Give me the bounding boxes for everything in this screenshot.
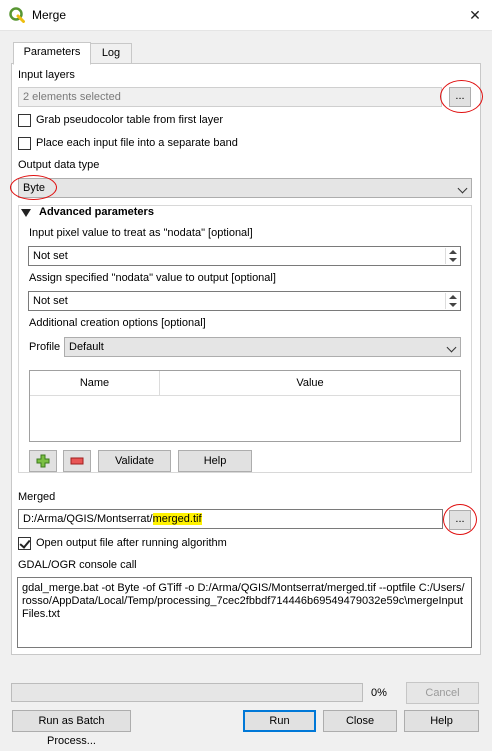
separate-band-checkbox[interactable] [18, 137, 31, 150]
table-header-value[interactable]: Value [160, 371, 460, 396]
collapse-triangle-icon[interactable] [21, 208, 31, 218]
input-layers-field: 2 elements selected [18, 87, 442, 107]
open-output-label: Open output file after running algorithm [36, 537, 227, 549]
validate-button[interactable]: Validate [98, 450, 171, 472]
annotation-circle [443, 504, 477, 535]
progress-percent: 0% [371, 687, 387, 699]
profile-select[interactable]: Default [64, 337, 461, 357]
profile-value: Default [69, 341, 104, 353]
cancel-button[interactable]: Cancel [406, 682, 479, 704]
nodata-input-label: Input pixel value to treat as "nodata" [… [29, 227, 253, 239]
advanced-parameters-title[interactable]: Advanced parameters [39, 206, 154, 218]
output-data-type-select[interactable]: Byte [18, 178, 472, 198]
run-as-batch-button[interactable]: Run as Batch Process... [12, 710, 131, 747]
nodata-output-spinbox[interactable]: Not set [28, 291, 461, 311]
tab-log[interactable]: Log [90, 43, 132, 64]
minus-icon [70, 457, 84, 465]
nodata-input-spinbox[interactable]: Not set [28, 246, 461, 266]
grab-pseudocolor-checkbox[interactable] [18, 114, 31, 127]
merged-output-path-field[interactable]: D:/Arma/QGIS/Montserrat/merged.tif [18, 509, 443, 529]
merged-path-filename: merged.tif [152, 513, 202, 525]
qgis-logo-icon [9, 7, 25, 23]
tab-parameters[interactable]: Parameters [13, 42, 91, 65]
creation-options-table[interactable]: Name Value [29, 370, 461, 442]
merged-label: Merged [18, 491, 56, 503]
plus-icon [36, 454, 50, 468]
chevron-down-icon [457, 183, 468, 194]
window-title: Merge [32, 8, 67, 22]
console-call-text[interactable]: gdal_merge.bat -ot Byte -of GTiff -o D:/… [17, 577, 472, 648]
advanced-help-button[interactable]: Help [178, 450, 252, 472]
help-button[interactable]: Help [404, 710, 479, 732]
add-row-button[interactable] [29, 450, 57, 472]
profile-label: Profile [29, 341, 61, 353]
open-output-checkbox[interactable] [18, 537, 31, 550]
merged-path-prefix: D:/Arma/QGIS/Montserrat/ [23, 513, 153, 525]
spin-arrows-icon[interactable] [445, 248, 459, 264]
annotation-circle [440, 80, 483, 113]
output-data-type-label: Output data type [18, 159, 100, 171]
separate-band-label: Place each input file into a separate ba… [36, 137, 238, 149]
grab-pseudocolor-label: Grab pseudocolor table from first layer [36, 114, 224, 126]
remove-row-button[interactable] [63, 450, 91, 472]
run-button[interactable]: Run [243, 710, 316, 732]
close-button[interactable]: Close [323, 710, 397, 732]
chevron-down-icon [446, 342, 457, 353]
table-header-name[interactable]: Name [30, 371, 160, 396]
close-window-icon[interactable]: ✕ [458, 0, 492, 31]
nodata-output-value: Not set [33, 295, 68, 307]
input-layers-label: Input layers [18, 69, 75, 81]
spin-arrows-icon[interactable] [445, 293, 459, 309]
annotation-circle [10, 175, 57, 200]
nodata-output-label: Assign specified "nodata" value to outpu… [29, 272, 276, 284]
nodata-input-value: Not set [33, 250, 68, 262]
title-bar: Merge ✕ [0, 0, 492, 31]
creation-options-label: Additional creation options [optional] [29, 317, 206, 329]
progress-bar [11, 683, 363, 702]
console-call-label: GDAL/OGR console call [18, 559, 137, 571]
